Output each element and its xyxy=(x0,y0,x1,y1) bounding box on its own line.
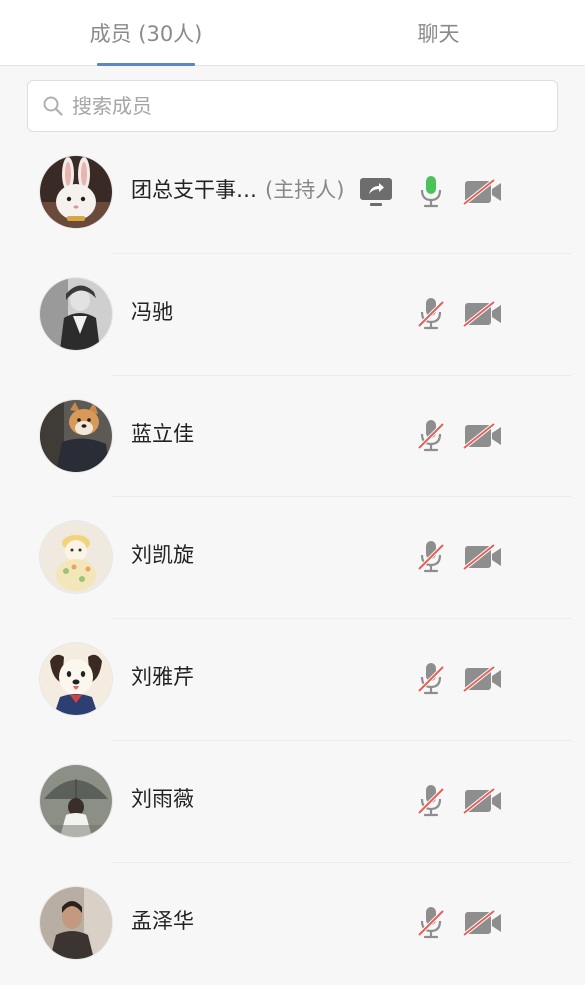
list-item[interactable]: 孟泽华 xyxy=(0,863,585,985)
rabbit-avatar xyxy=(40,156,112,228)
member-name: 孟泽华 xyxy=(131,907,194,935)
tab-chat[interactable]: 聊天 xyxy=(292,0,585,66)
active-tab-indicator xyxy=(97,63,195,66)
microphone-muted-icon[interactable] xyxy=(417,539,445,579)
list-item[interactable]: 刘雨薇 xyxy=(0,741,585,863)
microphone-muted-icon[interactable] xyxy=(417,296,445,336)
umbrella-avatar xyxy=(40,764,112,837)
member-name: 蓝立佳 xyxy=(131,420,194,448)
member-name-text: 孟泽华 xyxy=(131,908,194,933)
shiba-avatar xyxy=(40,399,112,472)
member-name: 团总支干事… (主持人) xyxy=(131,176,344,204)
member-name-text: 刘凯旋 xyxy=(131,543,194,568)
list-item[interactable]: 刘凯旋 xyxy=(0,497,585,620)
search-input[interactable] xyxy=(72,94,492,118)
tab-bar: 成员 (30人) 聊天 xyxy=(0,0,585,66)
list-item[interactable]: 团总支干事… (主持人) xyxy=(0,132,585,254)
camera-off-icon[interactable] xyxy=(462,300,503,332)
list-item[interactable]: 刘雅芹 xyxy=(0,619,585,741)
camera-off-icon[interactable] xyxy=(462,665,503,697)
member-name-text: 刘雅芹 xyxy=(131,665,194,690)
list-item[interactable]: 蓝立佳 xyxy=(0,376,585,498)
member-name-text: 团总支干事… xyxy=(131,178,257,202)
camera-off-icon[interactable] xyxy=(462,909,503,941)
member-name: 冯驰 xyxy=(131,298,173,326)
microphone-muted-icon[interactable] xyxy=(417,783,445,823)
bw-photo-avatar xyxy=(40,277,112,350)
member-name: 刘雨薇 xyxy=(131,785,194,813)
member-name: 刘凯旋 xyxy=(131,541,194,569)
microphone-active-icon[interactable] xyxy=(417,174,445,214)
screen-share-icon[interactable] xyxy=(359,175,393,213)
microphone-muted-icon[interactable] xyxy=(417,418,445,458)
member-name-text: 蓝立佳 xyxy=(131,421,194,446)
host-tag: (主持人) xyxy=(265,178,345,202)
camera-off-icon[interactable] xyxy=(462,787,503,819)
search-icon xyxy=(42,95,64,117)
microphone-muted-icon[interactable] xyxy=(417,905,445,945)
tab-members[interactable]: 成员 (30人) xyxy=(0,0,292,66)
camera-off-icon[interactable] xyxy=(462,543,503,575)
search-box[interactable] xyxy=(27,80,558,132)
portrait-avatar xyxy=(40,886,112,959)
cartoon-dog-avatar xyxy=(40,643,112,716)
microphone-muted-icon[interactable] xyxy=(417,661,445,701)
search-bar xyxy=(0,66,585,132)
member-name-text: 冯驰 xyxy=(131,299,173,324)
camera-off-icon[interactable] xyxy=(462,422,503,454)
tab-members-label: 成员 (30人) xyxy=(89,22,203,46)
camera-off-icon[interactable] xyxy=(462,178,503,210)
list-item[interactable]: 冯驰 xyxy=(0,254,585,376)
plush-toy-avatar xyxy=(40,521,112,594)
tab-chat-label: 聊天 xyxy=(417,22,460,46)
member-list: 团总支干事… (主持人) 冯驰 蓝立佳 刘凯旋 刘雅芹 刘雨薇 孟泽华 xyxy=(0,132,585,985)
member-name: 刘雅芹 xyxy=(131,663,194,691)
member-name-text: 刘雨薇 xyxy=(131,786,194,811)
